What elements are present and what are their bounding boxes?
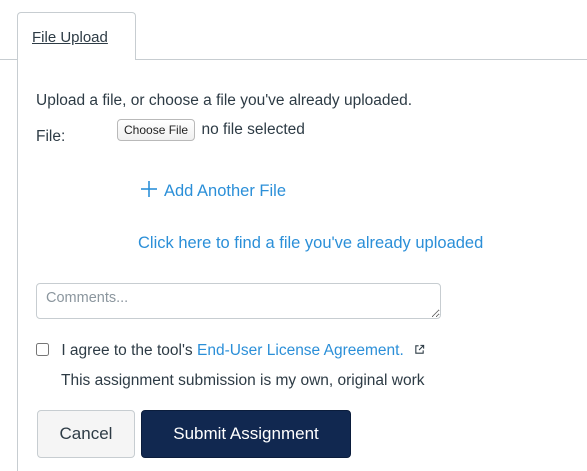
- eula-link[interactable]: End-User License Agreement.: [197, 342, 404, 359]
- plus-icon: [141, 181, 157, 197]
- cancel-button[interactable]: Cancel: [37, 410, 135, 458]
- choose-file-button[interactable]: Choose File: [117, 119, 196, 141]
- file-status-text: no file selected: [201, 121, 305, 138]
- submit-assignment-button[interactable]: Submit Assignment: [141, 410, 351, 458]
- tab-file-upload[interactable]: File Upload: [17, 12, 136, 60]
- file-label: File:: [36, 128, 66, 145]
- file-input: Choose File no file selected: [117, 119, 305, 141]
- add-another-file-link[interactable]: Add Another File: [140, 180, 286, 201]
- external-link-icon: [415, 344, 425, 354]
- add-another-file-label: Add Another File: [164, 182, 286, 200]
- eula-checkbox[interactable]: [36, 343, 49, 356]
- comments-textarea[interactable]: [36, 283, 441, 319]
- upload-instructions: Upload a file, or choose a file you've a…: [36, 92, 413, 109]
- find-uploaded-file-link[interactable]: Click here to find a file you've already…: [138, 234, 483, 253]
- tab-file-upload-label: File Upload: [32, 29, 108, 46]
- eula-prefix-text: I agree to the tool's: [61, 342, 193, 359]
- original-work-statement: This assignment submission is my own, or…: [61, 372, 425, 389]
- tab-strip: File Upload: [0, 0, 587, 60]
- eula-agreement-row: I agree to the tool's End-User License A…: [36, 342, 425, 360]
